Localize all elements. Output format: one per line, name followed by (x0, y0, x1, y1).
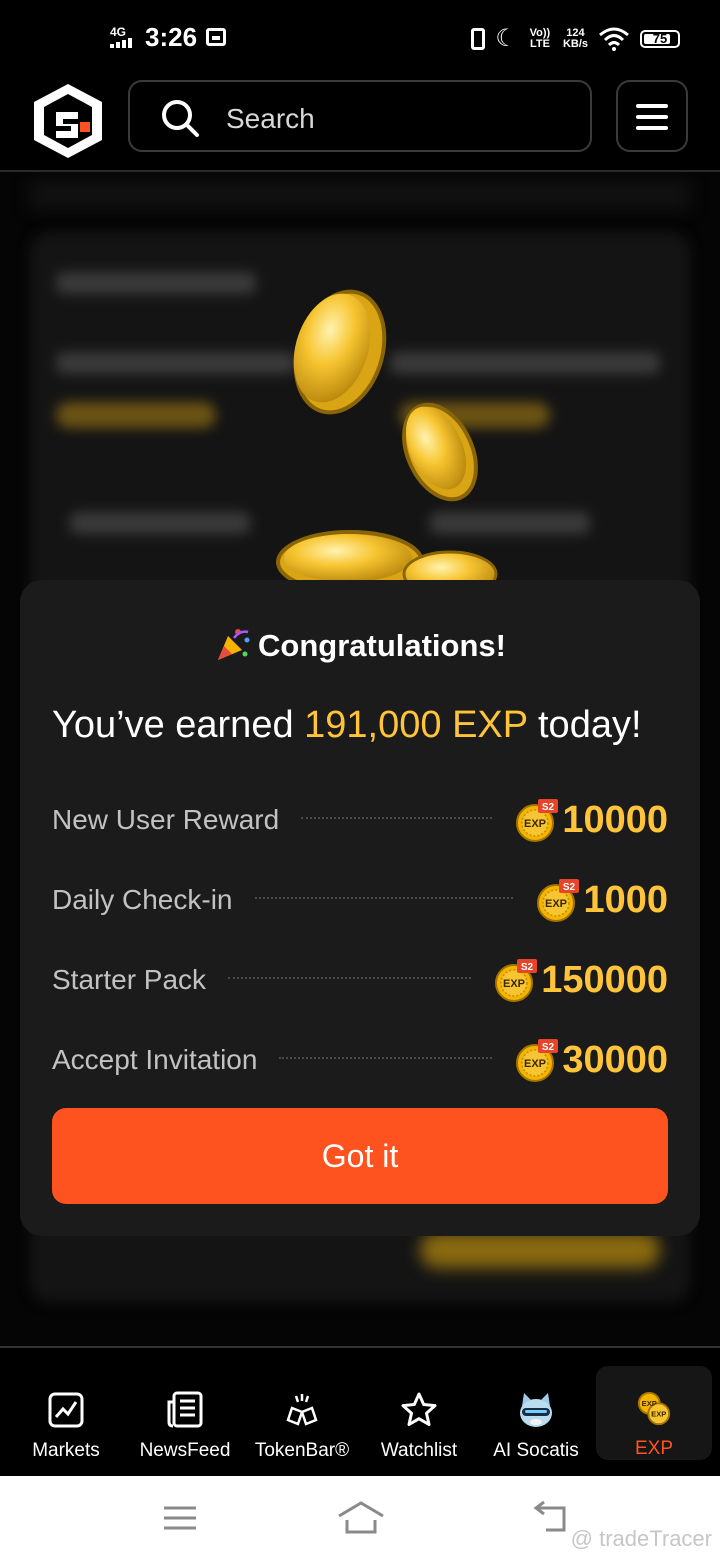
badge-season: S2 (542, 1042, 555, 1053)
svg-text:EXP: EXP (651, 1410, 666, 1419)
home-icon[interactable] (336, 1498, 386, 1538)
svg-text:EXP: EXP (642, 1399, 657, 1408)
app-header: Search (0, 76, 720, 172)
reward-row: New User Reward EXP S2 10000 (52, 780, 668, 860)
badge-text: EXP (545, 898, 567, 910)
app-logo-icon[interactable] (32, 82, 104, 160)
dotted-divider (301, 817, 493, 819)
exp-s2-badge-icon: EXP S2 (495, 959, 538, 1002)
battery-level: 75 (652, 31, 668, 46)
nav-markets[interactable]: Markets (8, 1348, 124, 1478)
nav-newsfeed[interactable]: NewsFeed (126, 1348, 244, 1478)
badge-text: EXP (524, 818, 546, 830)
modal-title-text: Congratulations! (258, 628, 506, 663)
menu-button[interactable] (616, 80, 688, 152)
signal-icon (110, 38, 132, 48)
nav-label: EXP (634, 1438, 674, 1459)
nav-tokenbar[interactable]: TokenBar® (246, 1348, 358, 1478)
hamburger-icon (636, 104, 668, 108)
dotted-divider (279, 1057, 493, 1059)
bottom-nav: Markets NewsFeed TokenBar® Watchlist AI … (0, 1346, 720, 1478)
reward-row: Daily Check-in EXP S2 1000 (52, 860, 668, 940)
wifi-icon (599, 27, 629, 51)
notification-icon (206, 28, 226, 46)
system-nav-bar: @ tradeTracer (0, 1476, 720, 1560)
watermark: @ tradeTracer (570, 1526, 712, 1551)
dotted-divider (228, 977, 472, 979)
battery-icon: 75 (640, 30, 680, 48)
reward-value: 1000 (583, 878, 668, 921)
clock: 3:26 (145, 22, 198, 52)
congratulations-modal: Congratulations! You’ve earned 191,000 E… (20, 580, 700, 1236)
party-popper-icon (218, 629, 250, 660)
badge-season: S2 (563, 882, 576, 893)
vibrate-icon (471, 28, 486, 50)
nav-ai-socatis[interactable]: AI Socatis (478, 1348, 594, 1478)
reward-label: Starter Pack (52, 964, 207, 995)
recents-icon[interactable] (158, 1498, 202, 1538)
volte-indicator: Vo)) LTE (529, 27, 551, 50)
newspaper-icon (167, 1391, 203, 1428)
reward-row: Starter Pack EXP S2 150000 (52, 940, 668, 1020)
nav-exp[interactable]: EXP EXP EXP (596, 1366, 712, 1460)
nav-label: Watchlist (380, 1440, 458, 1461)
exp-s2-badge-icon: EXP S2 (537, 879, 580, 922)
exp-s2-badge-icon: EXP S2 (516, 1039, 559, 1082)
exp-s2-badge-icon: EXP S2 (516, 799, 559, 842)
falling-coins-icon (276, 289, 498, 582)
badge-text: EXP (503, 978, 525, 990)
back-icon[interactable] (528, 1498, 572, 1538)
badge-season: S2 (542, 802, 555, 813)
network-speed: 124 KB/s (563, 28, 588, 50)
moon-icon: ☾ (495, 25, 517, 52)
chart-icon (48, 1392, 84, 1428)
search-placeholder: Search (226, 103, 315, 134)
nav-label: TokenBar® (254, 1440, 350, 1461)
nav-label: Markets (32, 1440, 100, 1461)
reward-label: Daily Check-in (52, 884, 233, 915)
got-it-button[interactable]: Got it (52, 1108, 668, 1204)
cat-avatar-icon (520, 1393, 552, 1427)
reward-value: 10000 (562, 798, 668, 841)
badge-text: EXP (524, 1058, 546, 1070)
earned-amount: 191,000 EXP (304, 704, 528, 746)
dotted-divider (254, 897, 514, 899)
earned-summary: You’ve earned 191,000 EXP today! (52, 704, 642, 747)
earned-suffix: today! (538, 704, 642, 746)
modal-title: Congratulations! (20, 626, 700, 664)
reward-label: Accept Invitation (52, 1044, 258, 1075)
search-icon (162, 100, 199, 137)
badge-season: S2 (521, 962, 534, 973)
star-icon (401, 1392, 437, 1426)
reward-value: 150000 (541, 958, 668, 1001)
reward-label: New User Reward (52, 804, 280, 835)
network-type: 4G (110, 25, 127, 39)
reward-list: New User Reward EXP S2 10000 Daily Check-in E… (52, 780, 668, 1100)
network-speed-unit: KB/s (562, 38, 588, 50)
tokenbar-icon (286, 1394, 318, 1426)
reward-value: 30000 (562, 1038, 668, 1081)
exp-coins-icon: EXP EXP (637, 1391, 671, 1426)
nav-label: NewsFeed (139, 1440, 231, 1461)
status-bar: 4G 3:26 ☾ Vo)) LTE 124 KB/s 75 (0, 0, 720, 76)
nav-watchlist[interactable]: Watchlist (362, 1348, 476, 1478)
earned-prefix: You’ve earned (52, 704, 294, 746)
reward-row: Accept Invitation EXP S2 30000 (52, 1020, 668, 1100)
nav-label: AI Socatis (493, 1440, 579, 1461)
search-input[interactable]: Search (128, 80, 592, 152)
